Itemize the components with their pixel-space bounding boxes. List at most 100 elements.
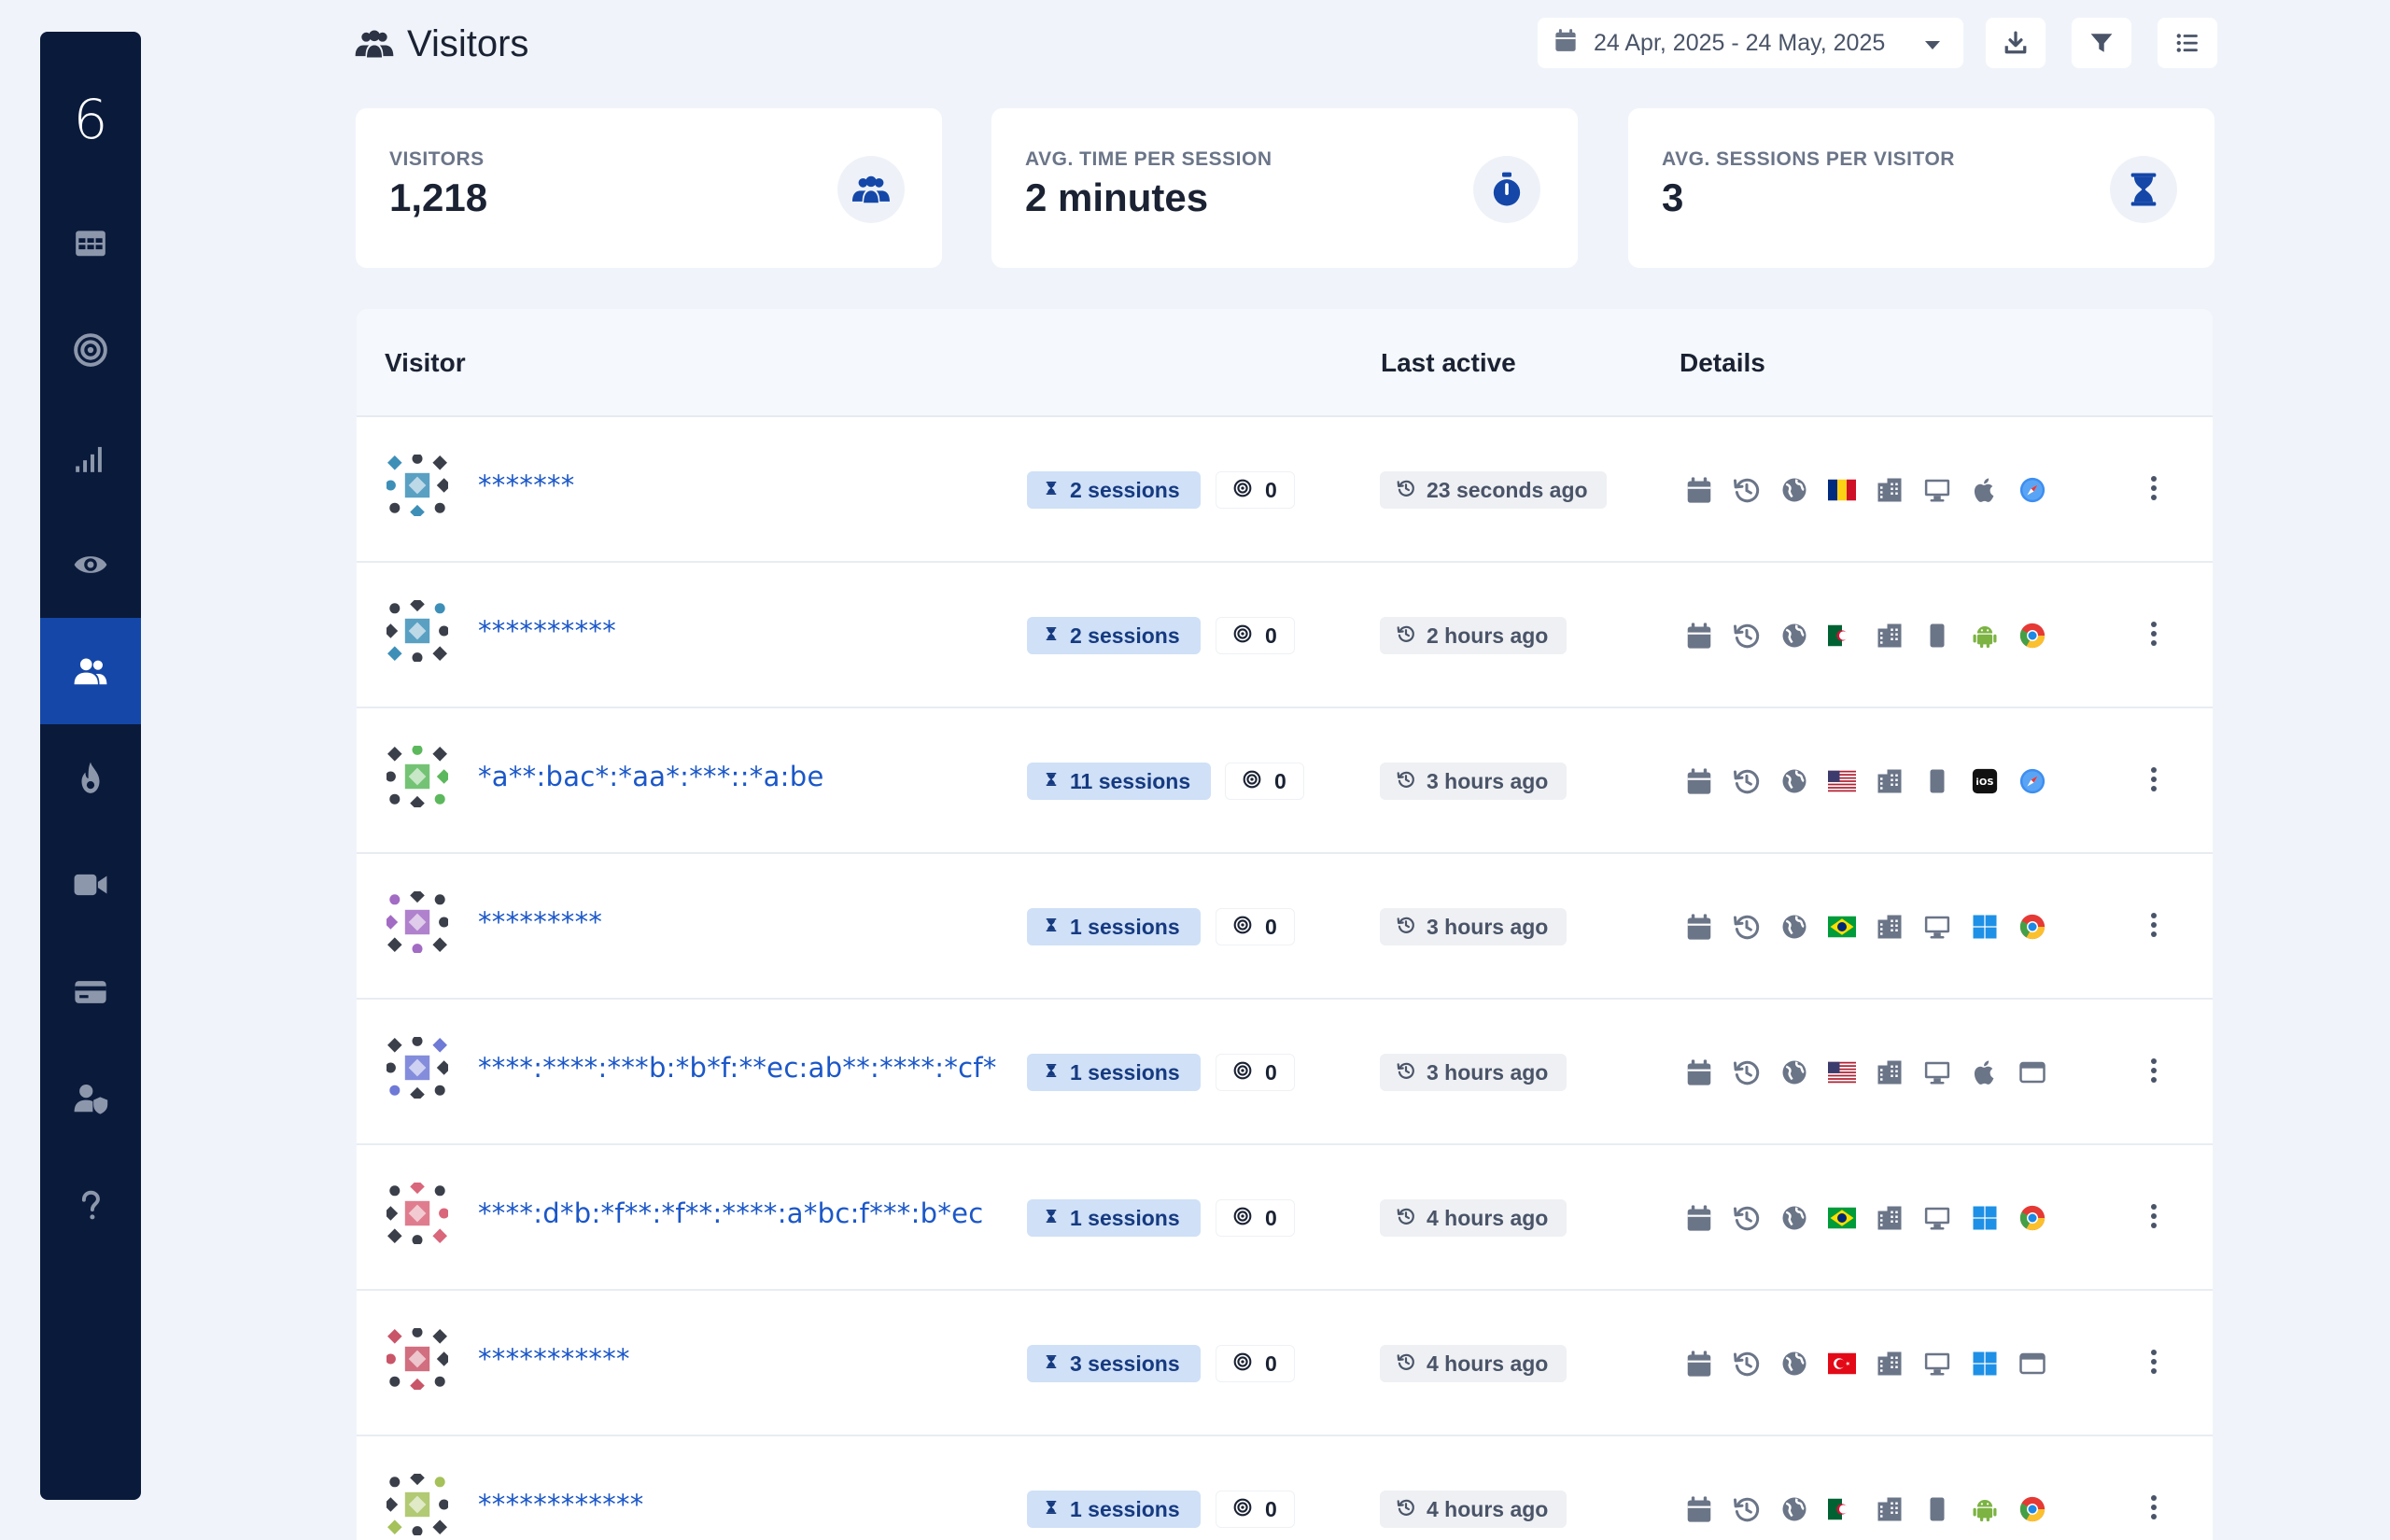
visitor-name-link[interactable]: *a**:bac*:*aa*:***::*a:be: [478, 761, 824, 792]
sidebar-item-goals[interactable]: [40, 297, 141, 403]
apple-icon[interactable]: [1968, 474, 2002, 506]
globe-icon[interactable]: [1778, 620, 1811, 651]
column-header-last-active[interactable]: Last active: [1381, 348, 1516, 378]
sidebar-item-help[interactable]: [40, 1153, 141, 1259]
sidebar-item-pageviews[interactable]: [40, 511, 141, 618]
calendar-icon[interactable]: [1682, 620, 1716, 651]
visitor-name-link[interactable]: ****:****:***b:*b*f:**ec:ab**:****:*cf*: [478, 1052, 997, 1084]
calendar-icon[interactable]: [1682, 1348, 1716, 1379]
window-icon[interactable]: [2016, 1348, 2049, 1379]
globe-icon[interactable]: [1778, 1493, 1811, 1525]
desktop-icon[interactable]: [1920, 1348, 1954, 1379]
sidebar-item-billing[interactable]: [40, 939, 141, 1045]
calendar-icon[interactable]: [1682, 911, 1716, 943]
sidebar-item-dashboard[interactable]: [40, 189, 141, 296]
calendar-icon[interactable]: [1682, 765, 1716, 797]
mobile-icon[interactable]: [1920, 620, 1954, 651]
flag-us-icon[interactable]: [1825, 765, 1859, 797]
building-icon[interactable]: [1873, 1202, 1906, 1234]
sessions-badge[interactable]: 3 sessions: [1027, 1345, 1201, 1382]
desktop-icon[interactable]: [1920, 911, 1954, 943]
sessions-badge[interactable]: 1 sessions: [1027, 908, 1201, 945]
visitor-name-link[interactable]: ***********: [478, 1343, 630, 1375]
windows-icon[interactable]: [1968, 1348, 2002, 1379]
table-row[interactable]: *a**:bac*:*aa*:***::*a:be 11 sessions 0 …: [357, 708, 2213, 854]
sidebar-item-analytics[interactable]: [40, 404, 141, 511]
windows-icon[interactable]: [1968, 911, 2002, 943]
visitor-name-link[interactable]: *******: [478, 469, 575, 501]
columns-button[interactable]: [2158, 18, 2217, 68]
history-icon[interactable]: [1730, 1057, 1764, 1088]
flag-dz-icon[interactable]: [1825, 1493, 1859, 1525]
filter-button[interactable]: [2072, 18, 2131, 68]
mobile-icon[interactable]: [1920, 765, 1954, 797]
sessions-badge[interactable]: 1 sessions: [1027, 1199, 1201, 1237]
flag-tr-icon[interactable]: [1825, 1348, 1859, 1379]
flag-br-icon[interactable]: [1825, 911, 1859, 943]
building-icon[interactable]: [1873, 911, 1906, 943]
history-icon[interactable]: [1730, 1493, 1764, 1525]
table-row[interactable]: ******* 2 sessions 0 23 seconds ago: [357, 417, 2213, 563]
chrome-icon[interactable]: [2016, 620, 2049, 651]
visitor-name-link[interactable]: ************: [478, 1489, 644, 1520]
globe-icon[interactable]: [1778, 1057, 1811, 1088]
sidebar-item-admin[interactable]: [40, 1045, 141, 1152]
window-icon[interactable]: [2016, 1057, 2049, 1088]
history-icon[interactable]: [1730, 474, 1764, 506]
building-icon[interactable]: [1873, 765, 1906, 797]
building-icon[interactable]: [1873, 1057, 1906, 1088]
chrome-icon[interactable]: [2016, 1493, 2049, 1525]
calendar-icon[interactable]: [1682, 1057, 1716, 1088]
calendar-icon[interactable]: [1682, 1493, 1716, 1525]
row-menu-button[interactable]: [2140, 1203, 2168, 1233]
table-row[interactable]: ************ 1 sessions 0 4 hours ago: [357, 1436, 2213, 1540]
history-icon[interactable]: [1730, 911, 1764, 943]
globe-icon[interactable]: [1778, 1348, 1811, 1379]
building-icon[interactable]: [1873, 1493, 1906, 1525]
desktop-icon[interactable]: [1920, 1202, 1954, 1234]
history-icon[interactable]: [1730, 1348, 1764, 1379]
visitor-name-link[interactable]: **********: [478, 615, 616, 647]
table-row[interactable]: ****:d*b:*f**:*f**:****:a*bc:f***:b*ec 1…: [357, 1145, 2213, 1291]
history-icon[interactable]: [1730, 1202, 1764, 1234]
visitor-name-link[interactable]: ****:d*b:*f**:*f**:****:a*bc:f***:b*ec: [478, 1197, 984, 1229]
building-icon[interactable]: [1873, 620, 1906, 651]
history-icon[interactable]: [1730, 620, 1764, 651]
table-row[interactable]: ****:****:***b:*b*f:**ec:ab**:****:*cf* …: [357, 1000, 2213, 1145]
sidebar-item-recordings[interactable]: [40, 832, 141, 938]
sessions-badge[interactable]: 1 sessions: [1027, 1054, 1201, 1091]
chrome-icon[interactable]: [2016, 911, 2049, 943]
windows-icon[interactable]: [1968, 1202, 2002, 1234]
apple-icon[interactable]: [1968, 1057, 2002, 1088]
safari-icon[interactable]: [2016, 474, 2049, 506]
flag-dz-icon[interactable]: [1825, 620, 1859, 651]
mobile-icon[interactable]: [1920, 1493, 1954, 1525]
flag-us-icon[interactable]: [1825, 1057, 1859, 1088]
download-button[interactable]: [1986, 18, 2046, 68]
row-menu-button[interactable]: [2140, 766, 2168, 796]
row-menu-button[interactable]: [2140, 1349, 2168, 1379]
desktop-icon[interactable]: [1920, 474, 1954, 506]
app-logo[interactable]: 6: [40, 88, 141, 151]
table-row[interactable]: ********* 1 sessions 0 3 hours ago: [357, 854, 2213, 1000]
calendar-icon[interactable]: [1682, 1202, 1716, 1234]
desktop-icon[interactable]: [1920, 1057, 1954, 1088]
globe-icon[interactable]: [1778, 474, 1811, 506]
flag-ro-icon[interactable]: [1825, 474, 1859, 506]
sidebar-item-visitors[interactable]: [40, 618, 141, 724]
building-icon[interactable]: [1873, 474, 1906, 506]
calendar-icon[interactable]: [1682, 474, 1716, 506]
date-range-picker[interactable]: 24 Apr, 2025 - 24 May, 2025: [1538, 18, 1963, 68]
android-icon[interactable]: [1968, 620, 2002, 651]
chrome-icon[interactable]: [2016, 1202, 2049, 1234]
row-menu-button[interactable]: [2140, 912, 2168, 942]
globe-icon[interactable]: [1778, 1202, 1811, 1234]
history-icon[interactable]: [1730, 765, 1764, 797]
sessions-badge[interactable]: 11 sessions: [1027, 763, 1212, 800]
row-menu-button[interactable]: [2140, 475, 2168, 505]
sidebar-item-heatmaps[interactable]: [40, 725, 141, 832]
row-menu-button[interactable]: [2140, 621, 2168, 651]
globe-icon[interactable]: [1778, 765, 1811, 797]
sessions-badge[interactable]: 2 sessions: [1027, 617, 1201, 654]
table-row[interactable]: ********** 2 sessions 0 2 hours ago: [357, 563, 2213, 708]
